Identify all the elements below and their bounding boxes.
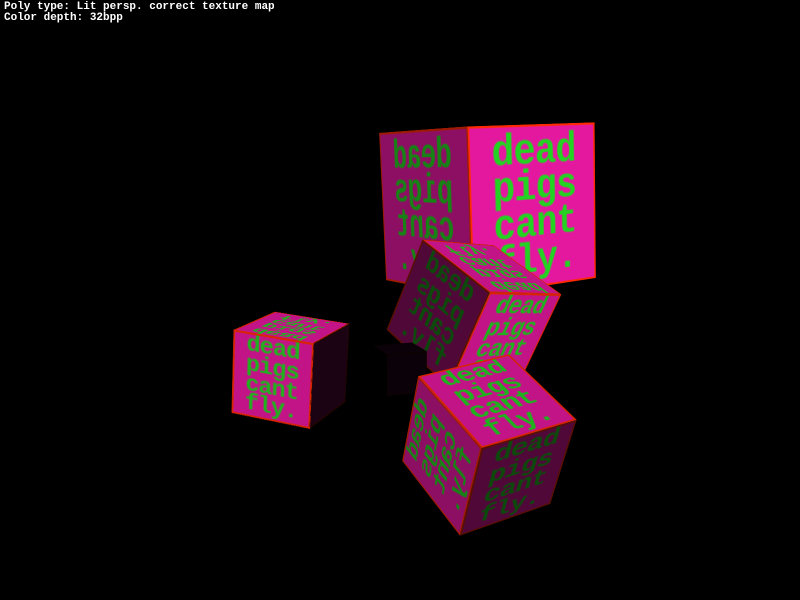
- texture-text: dead pigs cant fly.: [245, 335, 300, 423]
- color-depth-text: Color depth: 32bpp: [4, 12, 123, 24]
- cube-face: dead pigs cant fly.: [232, 329, 315, 429]
- render-info-overlay: Poly type: Lit persp. correct texture ma…: [4, 2, 275, 24]
- 3d-scene: dead pigs cant fly. dead pigs cant fly. …: [0, 0, 800, 600]
